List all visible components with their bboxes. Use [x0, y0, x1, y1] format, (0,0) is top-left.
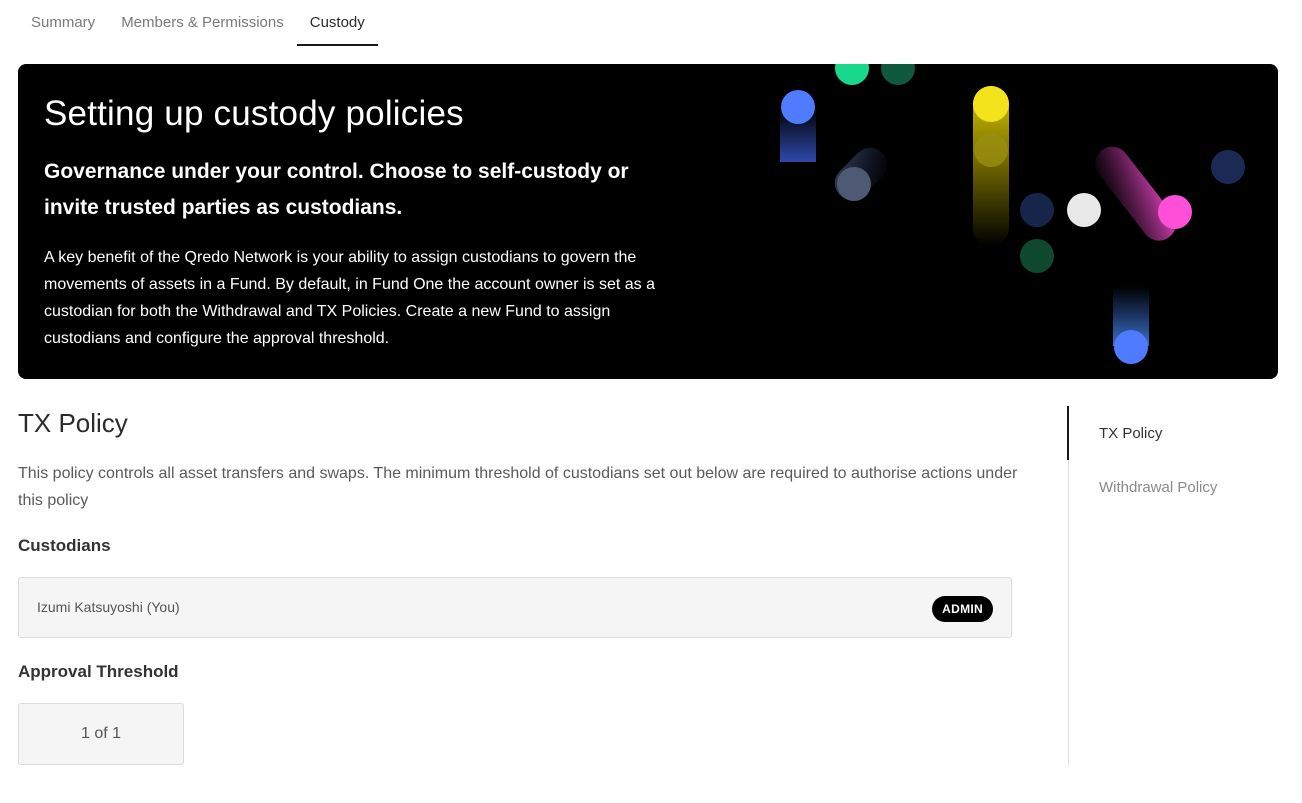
custodians-label: Custodians	[18, 536, 111, 555]
hero-banner: Setting up custody policies Governance u…	[18, 64, 1278, 379]
hero-title: Setting up custody policies	[44, 94, 464, 133]
sidenav-divider	[1068, 406, 1069, 766]
sidenav-item-tx-policy[interactable]: TX Policy	[1099, 425, 1162, 442]
approval-threshold-label: Approval Threshold	[18, 662, 179, 681]
hero-body-text: A key benefit of the Qredo Network is yo…	[44, 249, 655, 347]
sidenav-active-indicator	[1067, 406, 1069, 460]
approval-threshold-value: 1 of 1	[18, 703, 184, 765]
sidenav-item-withdrawal-policy[interactable]: Withdrawal Policy	[1099, 479, 1217, 496]
tab-bar: Summary Members & Permissions Custody	[18, 0, 378, 46]
role-badge: ADMIN	[932, 596, 993, 622]
hero-subtitle: Governance under your control. Choose to…	[44, 160, 629, 219]
tab-custody[interactable]: Custody	[296, 0, 378, 46]
tab-members-permissions[interactable]: Members & Permissions	[108, 0, 297, 46]
tab-summary[interactable]: Summary	[18, 0, 108, 46]
policy-description: This policy controls all asset transfers…	[18, 465, 1018, 509]
policy-title: TX Policy	[18, 408, 128, 438]
custodian-row: Izumi Katsuyoshi (You) ADMIN	[18, 577, 1012, 638]
custodian-name: Izumi Katsuyoshi (You)	[37, 599, 180, 615]
